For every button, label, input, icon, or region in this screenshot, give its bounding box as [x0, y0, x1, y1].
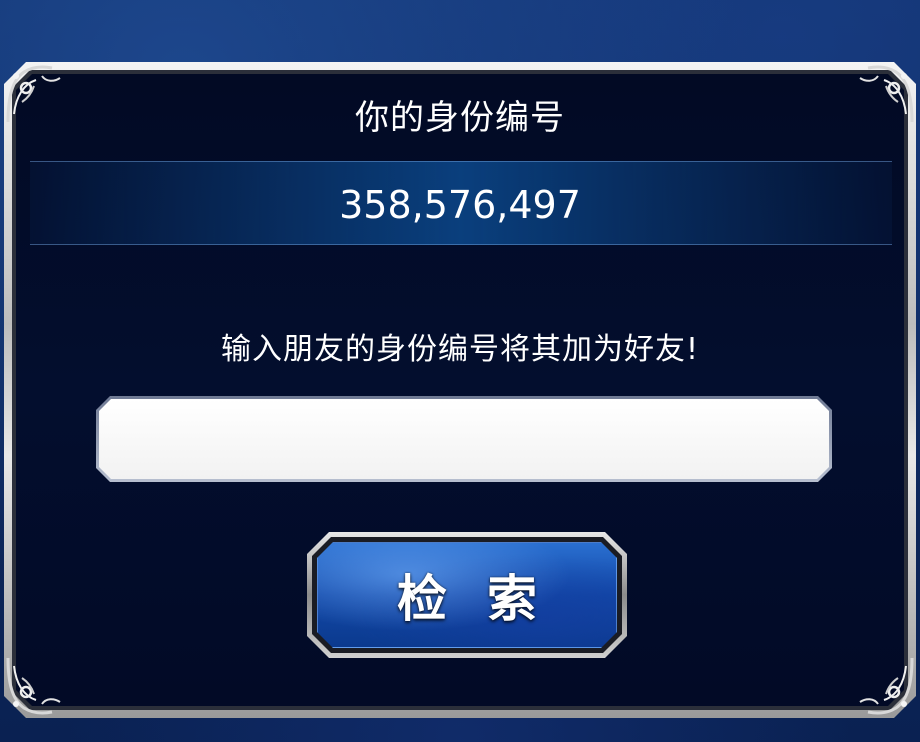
search-button-label: 检索 [397, 570, 577, 628]
dialog-title: 你的身份编号 [355, 98, 565, 138]
friend-id-input[interactable] [99, 399, 829, 479]
instruction-text: 输入朋友的身份编号将其加为好友! [220, 332, 700, 367]
corner-ornament-icon [2, 652, 72, 722]
user-id-value: 358,576,497 [339, 183, 581, 227]
search-button[interactable]: 检索 [307, 532, 627, 658]
friend-id-input-frame [96, 396, 832, 482]
corner-ornament-icon [848, 652, 918, 722]
